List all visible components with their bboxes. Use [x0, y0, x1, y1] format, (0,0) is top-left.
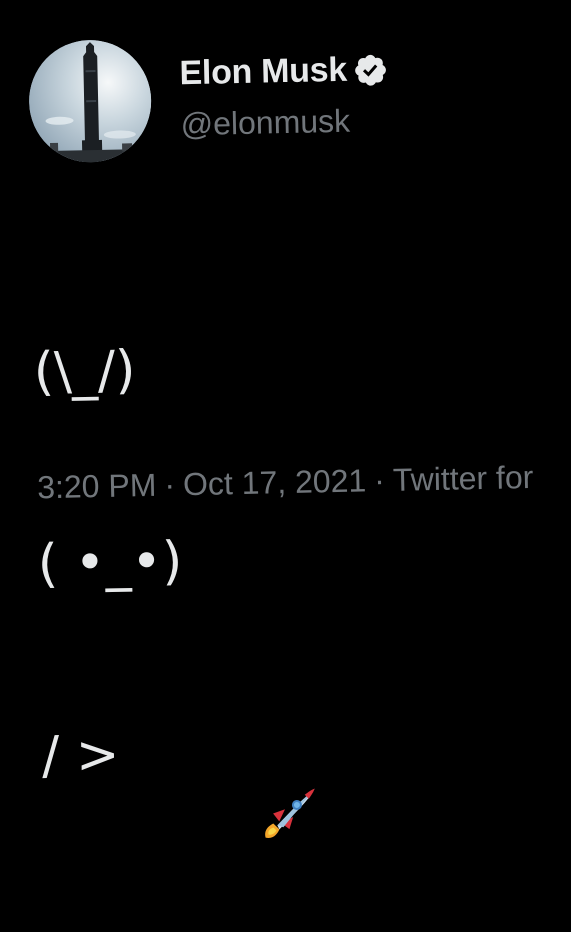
tweet-card: Elon Musk @elonmusk (\_/) ( •_•) / > 3:2…: [0, 0, 571, 838]
meta-separator: ·: [163, 466, 176, 503]
tweet-text-line: / >: [41, 721, 315, 838]
tweet-line-3: / >: [41, 724, 121, 787]
author-handle[interactable]: @elonmusk: [180, 103, 350, 144]
tweet-line-2: ( •_•): [37, 531, 183, 595]
tweet-time[interactable]: 3:20 PM: [37, 467, 157, 505]
author-name-row[interactable]: Elon Musk: [179, 50, 389, 93]
tweet-date[interactable]: Oct 17, 2021: [183, 462, 367, 502]
tweet-text-line: (\_/): [33, 337, 179, 404]
tweet-line-1: (\_/): [33, 340, 137, 403]
tweet-text-line: ( •_•): [37, 529, 183, 596]
starship-avatar-icon: [27, 38, 153, 164]
rocket-icon: [121, 721, 315, 838]
avatar[interactable]: [27, 38, 153, 164]
author-display-name[interactable]: Elon Musk: [179, 51, 347, 93]
meta-separator: ·: [373, 462, 386, 499]
tweet-source[interactable]: Twitter for: [392, 459, 533, 498]
tweet-text: (\_/) ( •_•) / >: [30, 209, 315, 916]
verified-badge-icon: [352, 51, 389, 88]
